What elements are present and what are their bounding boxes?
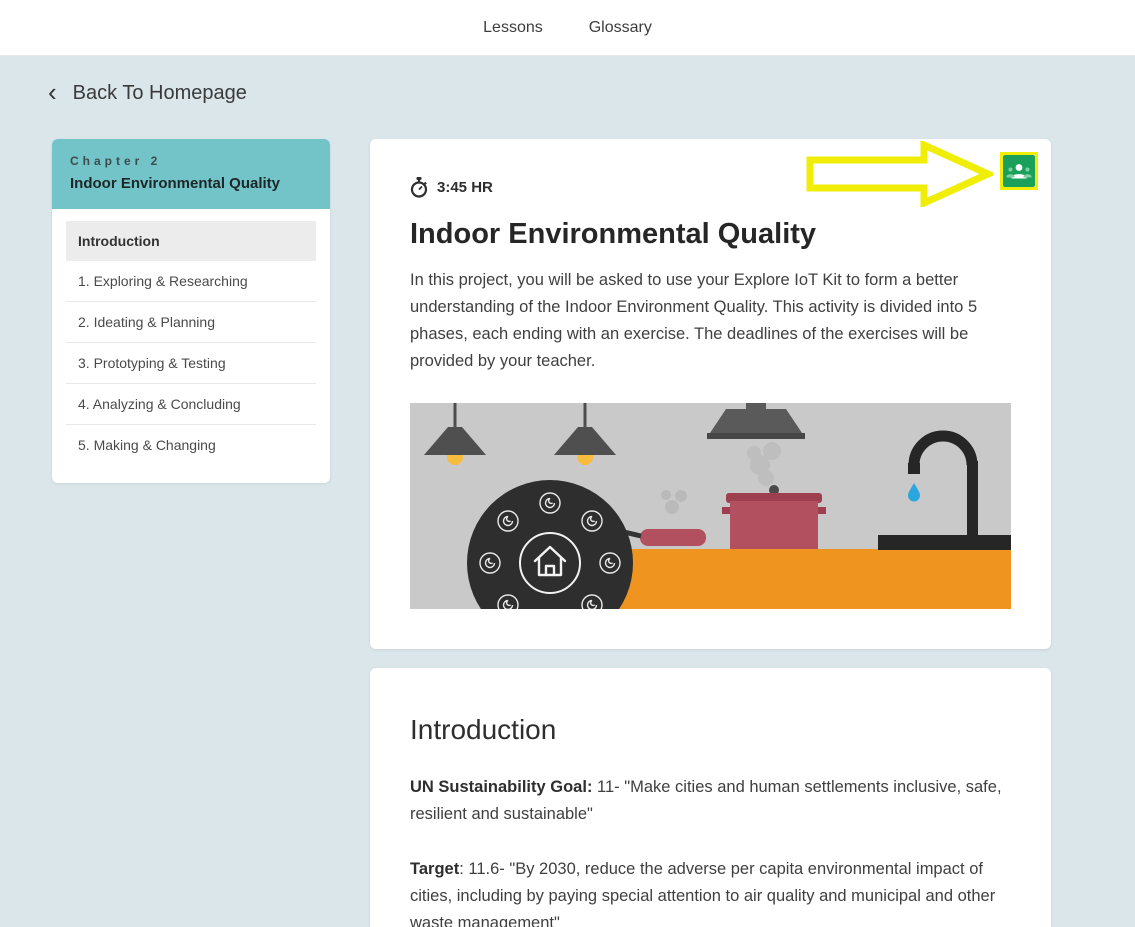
nav-lessons[interactable]: Lessons bbox=[483, 19, 543, 37]
chevron-left-icon: ‹ bbox=[48, 82, 57, 102]
sidebar-item-analyzing-concluding[interactable]: 4. Analyzing & Concluding bbox=[66, 384, 316, 425]
lesson-card: 3:45 HR Indoor Environmental Quality In … bbox=[370, 139, 1051, 649]
top-nav: Lessons Glossary bbox=[0, 0, 1135, 56]
sidebar-header: Chapter 2 Indoor Environmental Quality bbox=[52, 139, 330, 209]
google-classroom-icon bbox=[1003, 155, 1035, 187]
sidebar-item-making-changing[interactable]: 5. Making & Changing bbox=[66, 425, 316, 465]
chapter-sidebar: Chapter 2 Indoor Environmental Quality I… bbox=[52, 139, 330, 483]
lesson-duration: 3:45 HR bbox=[437, 179, 493, 196]
sidebar-item-introduction[interactable]: Introduction bbox=[66, 221, 316, 261]
introduction-heading: Introduction bbox=[410, 714, 1011, 746]
sidebar-item-exploring-researching[interactable]: 1. Exploring & Researching bbox=[66, 261, 316, 302]
lesson-title: Indoor Environmental Quality bbox=[410, 218, 1011, 251]
back-to-homepage-link[interactable]: ‹ Back To Homepage bbox=[48, 82, 247, 105]
lesson-description: In this project, you will be asked to us… bbox=[410, 267, 1011, 375]
sidebar-list: Introduction 1. Exploring & Researching … bbox=[52, 209, 330, 465]
kitchen-iot-illustration bbox=[410, 403, 1011, 609]
target-paragraph: Target: 11.6- "By 2030, reduce the adver… bbox=[410, 856, 1011, 927]
chapter-label: Chapter 2 bbox=[70, 154, 312, 168]
stopwatch-icon bbox=[410, 177, 428, 198]
yellow-arrow-annotation bbox=[805, 141, 993, 207]
target-text: : 11.6- "By 2030, reduce the adverse per… bbox=[410, 860, 995, 927]
sidebar-item-prototyping-testing[interactable]: 3. Prototyping & Testing bbox=[66, 343, 316, 384]
nav-glossary[interactable]: Glossary bbox=[589, 19, 652, 37]
google-classroom-button[interactable] bbox=[1000, 152, 1038, 190]
un-goal-label: UN Sustainability Goal: bbox=[410, 778, 592, 796]
target-label: Target bbox=[410, 860, 459, 878]
back-link-label: Back To Homepage bbox=[73, 82, 247, 105]
chapter-title: Indoor Environmental Quality bbox=[70, 175, 312, 192]
un-goal-paragraph: UN Sustainability Goal: 11- "Make cities… bbox=[410, 774, 1011, 828]
sidebar-item-ideating-planning[interactable]: 2. Ideating & Planning bbox=[66, 302, 316, 343]
introduction-card: Introduction UN Sustainability Goal: 11-… bbox=[370, 668, 1051, 927]
